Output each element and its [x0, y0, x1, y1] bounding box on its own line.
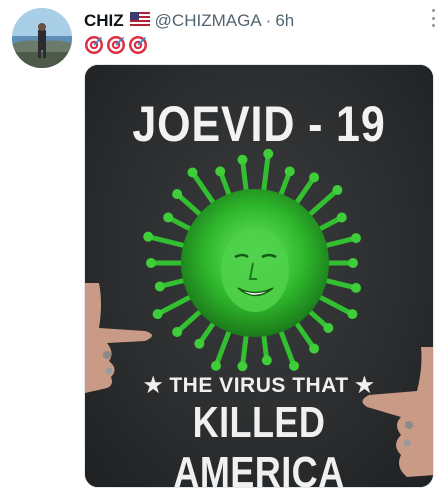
us-flag-icon — [129, 11, 150, 31]
target-icon — [85, 36, 103, 54]
image-caption-line2: KILLED AMERICA — [173, 398, 345, 488]
avatar-photo — [12, 8, 72, 68]
user-handle[interactable]: @CHIZMAGA — [155, 11, 262, 31]
image-caption-line1: ★ THE VIRUS THAT ★ — [143, 374, 375, 397]
tweet[interactable]: CHIZ @CHIZMAGA · 6h JOEVID - 19 ★ THE VI… — [0, 0, 448, 500]
tweet-text — [84, 35, 148, 55]
more-options-icon[interactable] — [430, 9, 436, 27]
tweet-header: CHIZ @CHIZMAGA · 6h — [84, 11, 294, 31]
avatar[interactable] — [12, 8, 72, 68]
target-icon — [107, 36, 125, 54]
separator-dot: · — [265, 11, 272, 30]
tweet-image[interactable]: JOEVID - 19 ★ THE VIRUS THAT ★ KILLED AM… — [84, 64, 434, 488]
target-icon — [129, 36, 147, 54]
timestamp[interactable]: 6h — [275, 11, 294, 31]
display-name[interactable]: CHIZ — [84, 11, 124, 31]
